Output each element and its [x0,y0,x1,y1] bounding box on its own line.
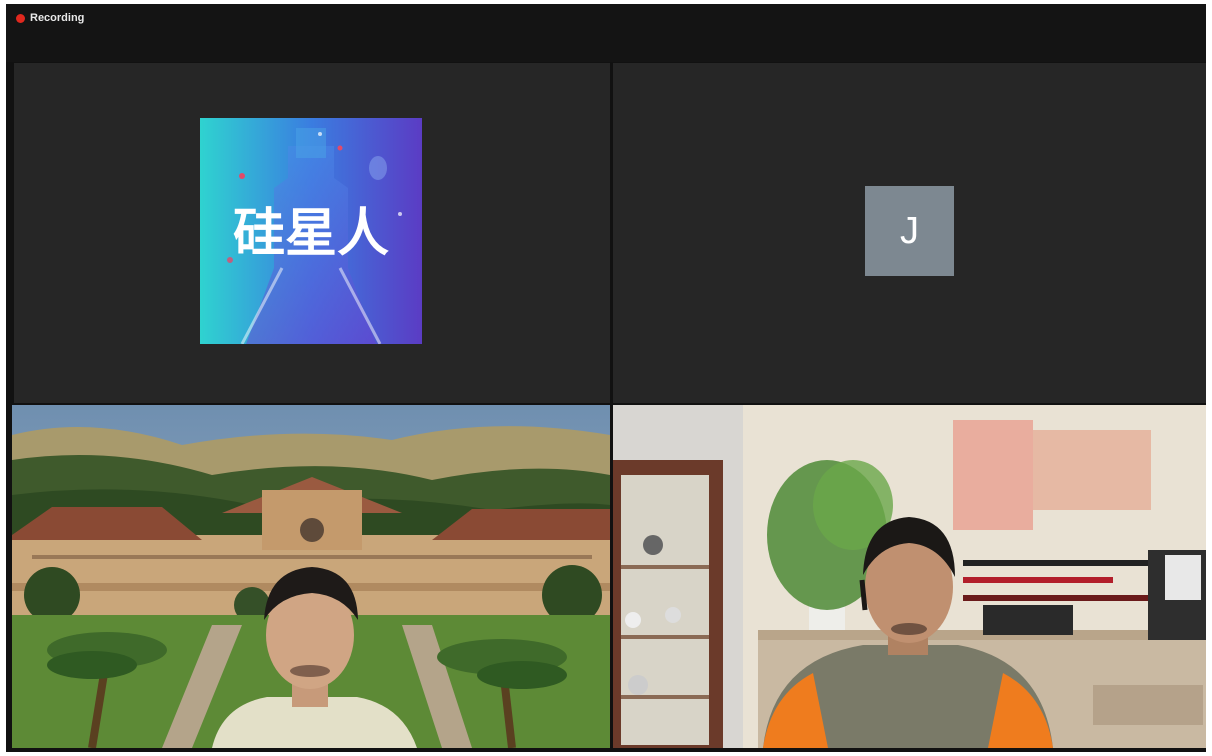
meeting-window: Recording 硅星人 J [6,4,1206,752]
meeting-top-bar: Recording [6,4,1206,62]
recording-label: Recording [30,12,85,24]
campus-virtual-background [12,405,610,748]
brand-logo: 硅星人 [200,118,422,344]
participant-video-tile[interactable] [613,405,1206,748]
home-office-scene [613,405,1206,748]
participant-video-tile-active-speaker[interactable] [12,405,610,748]
recording-indicator[interactable]: Recording [16,12,84,24]
recording-dot-icon [16,13,25,23]
participant-avatar: J [865,186,954,276]
participant-tile-logo[interactable]: 硅星人 [14,63,610,403]
logo-text: 硅星人 [233,204,389,264]
participant-tile-avatar[interactable]: J [613,63,1206,403]
